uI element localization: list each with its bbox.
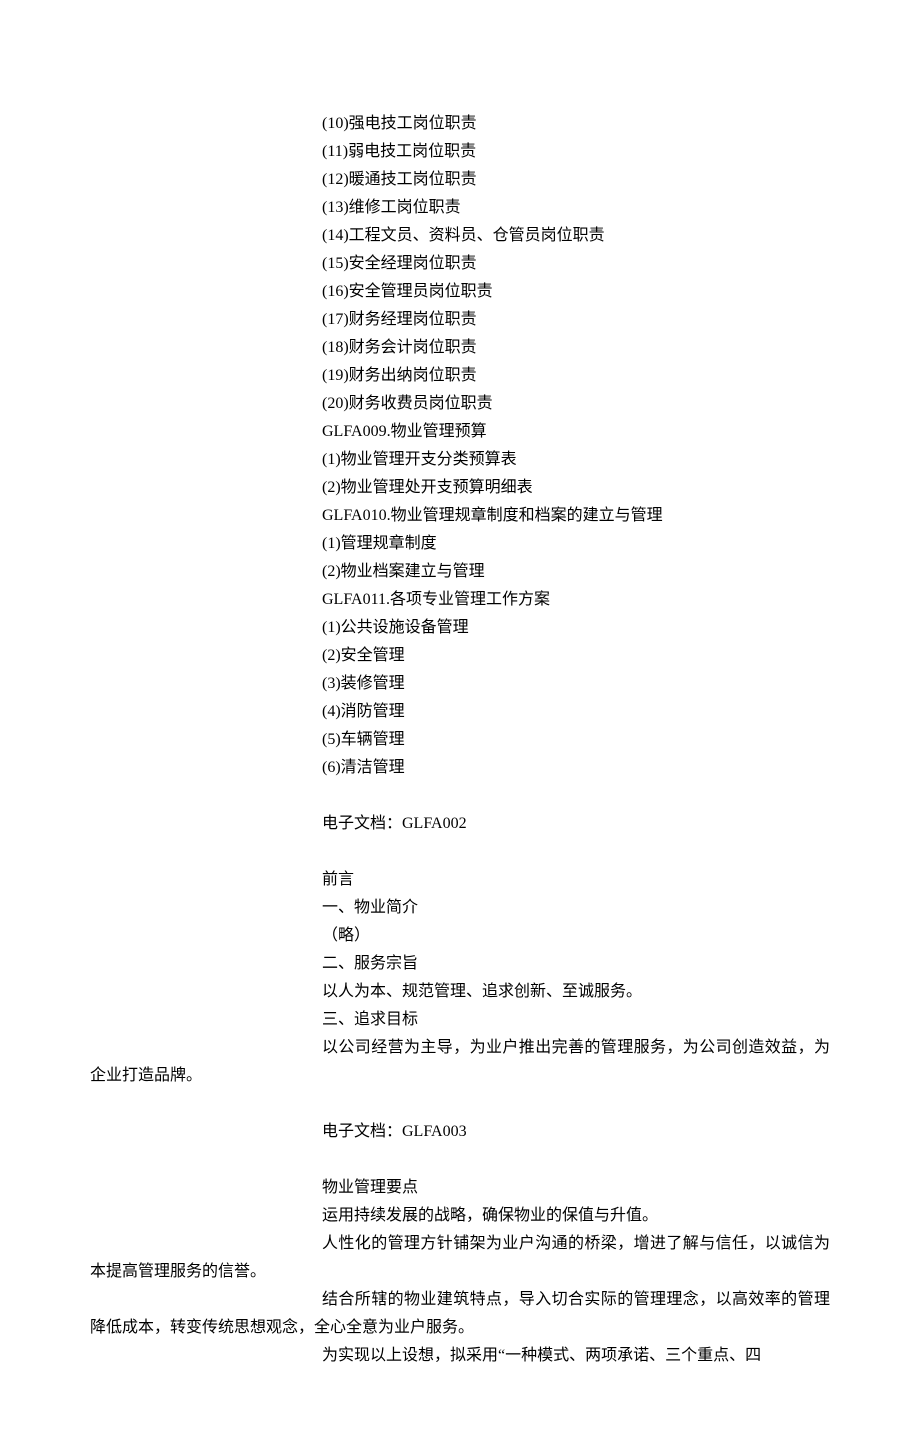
doc002-block: 电子文档：GLFA002 xyxy=(90,810,830,838)
list-item: (5)车辆管理 xyxy=(322,726,830,754)
spacer xyxy=(90,1146,830,1174)
document-page: (10)强电技工岗位职责 (11)弱电技工岗位职责 (12)暖通技工岗位职责 (… xyxy=(0,0,920,1430)
body-text: 为实现以上设想，拟采用“一种模式、两项承诺、三个重点、四 xyxy=(90,1342,830,1370)
subheading: 二、服务宗旨 xyxy=(322,950,830,978)
list-item: (2)物业管理处开支预算明细表 xyxy=(322,474,830,502)
doc002-body: 前言 一、物业简介 （略） 二、服务宗旨 以人为本、规范管理、追求创新、至诚服务… xyxy=(90,866,830,1034)
section-title: GLFA009.物业管理预算 xyxy=(322,418,830,446)
glfa011-block: GLFA011.各项专业管理工作方案 (1)公共设施设备管理 (2)安全管理 (… xyxy=(90,586,830,782)
list-item: (12)暖通技工岗位职责 xyxy=(322,166,830,194)
list-item: (2)安全管理 xyxy=(322,642,830,670)
spacer xyxy=(90,838,830,866)
glfa010-block: GLFA010.物业管理规章制度和档案的建立与管理 (1)管理规章制度 (2)物… xyxy=(90,502,830,586)
spacer xyxy=(90,1090,830,1118)
list-item: (10)强电技工岗位职责 xyxy=(322,110,830,138)
heading: 前言 xyxy=(322,866,830,894)
list-item: (2)物业档案建立与管理 xyxy=(322,558,830,586)
doc-header: 电子文档：GLFA002 xyxy=(322,810,830,838)
section-title: GLFA011.各项专业管理工作方案 xyxy=(322,586,830,614)
body-text: 运用持续发展的战略，确保物业的保值与升值。 xyxy=(322,1202,830,1230)
list-item: (3)装修管理 xyxy=(322,670,830,698)
section-title: GLFA010.物业管理规章制度和档案的建立与管理 xyxy=(322,502,830,530)
list-item: (17)财务经理岗位职责 xyxy=(322,306,830,334)
items-block: (10)强电技工岗位职责 (11)弱电技工岗位职责 (12)暖通技工岗位职责 (… xyxy=(90,110,830,418)
list-item: (16)安全管理员岗位职责 xyxy=(322,278,830,306)
body-text: 以公司经营为主导，为业户推出完善的管理服务，为公司创造效益，为企业打造品牌。 xyxy=(90,1034,830,1090)
body-text: 结合所辖的物业建筑特点，导入切合实际的管理理念，以高效率的管理降低成本，转变传统… xyxy=(90,1286,830,1342)
body-text: 以人为本、规范管理、追求创新、至诚服务。 xyxy=(322,978,830,1006)
list-item: (13)维修工岗位职责 xyxy=(322,194,830,222)
list-item: (19)财务出纳岗位职责 xyxy=(322,362,830,390)
list-item: (20)财务收费员岗位职责 xyxy=(322,390,830,418)
list-item: (14)工程文员、资料员、仓管员岗位职责 xyxy=(322,222,830,250)
doc003-title-block: 物业管理要点 运用持续发展的战略，确保物业的保值与升值。 xyxy=(90,1174,830,1230)
list-item: (1)管理规章制度 xyxy=(322,530,830,558)
doc003-block: 电子文档：GLFA003 xyxy=(90,1118,830,1146)
body-text: （略） xyxy=(322,922,830,950)
doc-header: 电子文档：GLFA003 xyxy=(322,1118,830,1146)
body-text: 人性化的管理方针铺架为业户沟通的桥梁，增进了解与信任，以诚信为本提高管理服务的信… xyxy=(90,1230,830,1286)
spacer xyxy=(90,782,830,810)
list-item: (18)财务会计岗位职责 xyxy=(322,334,830,362)
list-item: (15)安全经理岗位职责 xyxy=(322,250,830,278)
subheading: 三、追求目标 xyxy=(322,1006,830,1034)
list-item: (6)清洁管理 xyxy=(322,754,830,782)
list-item: (1)物业管理开支分类预算表 xyxy=(322,446,830,474)
list-item: (1)公共设施设备管理 xyxy=(322,614,830,642)
subheading: 一、物业简介 xyxy=(322,894,830,922)
glfa009-block: GLFA009.物业管理预算 (1)物业管理开支分类预算表 (2)物业管理处开支… xyxy=(90,418,830,502)
list-item: (4)消防管理 xyxy=(322,698,830,726)
heading: 物业管理要点 xyxy=(322,1174,830,1202)
list-item: (11)弱电技工岗位职责 xyxy=(322,138,830,166)
